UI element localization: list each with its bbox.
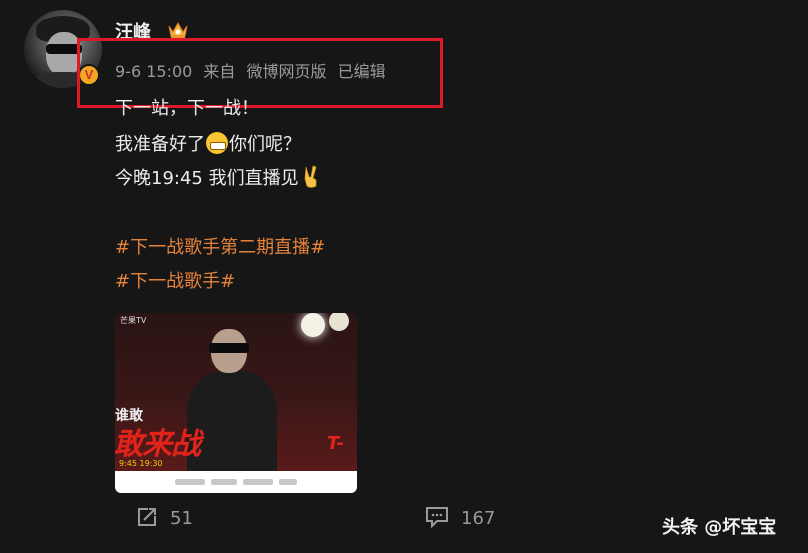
hashtag-link[interactable]: #下一战歌手第二期直播# <box>115 233 325 259</box>
post-text-fragment: 你们呢？ <box>229 134 301 155</box>
repost-count: 51 <box>170 508 193 529</box>
post-text-line: 下一站，下一战！ <box>115 98 259 119</box>
crown-icon <box>168 21 188 39</box>
repost-icon <box>138 508 156 526</box>
post-text-fragment: 我准备好了 <box>115 134 205 155</box>
victory-emoji-icon <box>304 165 317 188</box>
post-text-line: 我准备好了 你们呢？ <box>115 130 301 156</box>
image-tower-text: T- <box>327 433 345 454</box>
image-time: 9:45 19:30 <box>119 459 163 468</box>
post-text-fragment: 今晚19:45 我们直播见 <box>115 168 299 189</box>
hashtag-link[interactable]: #下一战歌手# <box>115 267 235 293</box>
post-text-line: 今晚19:45 我们直播见 <box>115 164 321 190</box>
repost-button[interactable]: 51 <box>136 506 193 529</box>
watermark: 头条 @坏宝宝 <box>662 517 777 538</box>
grin-emoji-icon <box>206 132 228 154</box>
post-image[interactable]: 芒果TV 谁敢 敢来战 T- 9:45 19:30 <box>115 313 357 493</box>
image-sign: 敢来战 <box>115 427 201 462</box>
comment-button[interactable]: 167 <box>425 506 495 529</box>
comment-icon <box>426 507 448 528</box>
image-footer <box>115 471 357 493</box>
comment-count: 167 <box>461 508 496 529</box>
image-brand: 芒果TV <box>120 316 147 325</box>
